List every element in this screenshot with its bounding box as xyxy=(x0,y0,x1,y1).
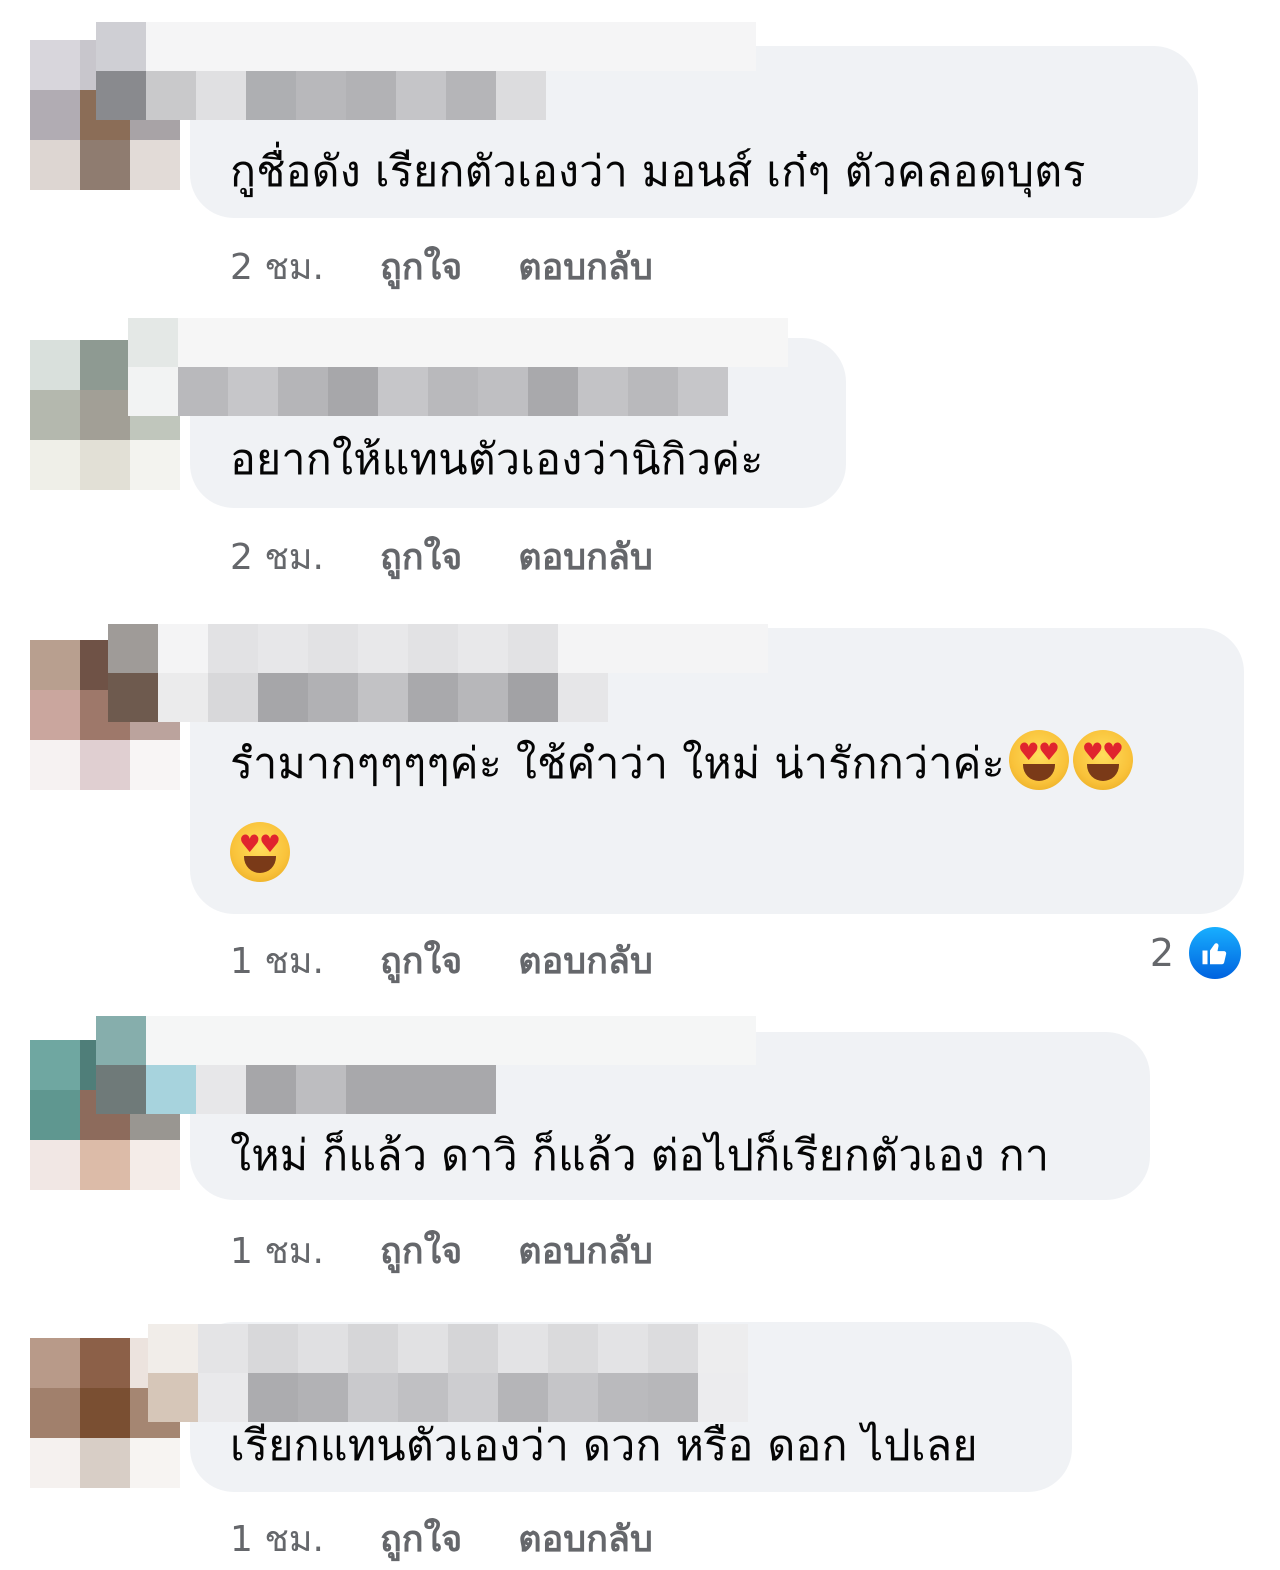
comment-text-line-2 xyxy=(230,810,290,902)
comment-text: ใหม่ ก็แล้ว ดาวิ ก็แล้ว ต่อไปก็เรียกตัวเ… xyxy=(230,1131,1050,1181)
heart-eyes-emoji-icon xyxy=(230,822,290,882)
heart-eyes-emoji-icon xyxy=(1072,730,1133,790)
author-name-blurred[interactable] xyxy=(96,1016,756,1114)
comment-actions: 1 ชม. ถูกใจ ตอบกลับ xyxy=(230,1510,653,1567)
comment-text-line: รำมากๆๆๆๆค่ะ ใช้คำว่า ใหม่ น่ารักกว่าค่ะ xyxy=(230,739,1005,789)
reply-button[interactable]: ตอบกลับ xyxy=(518,1222,653,1279)
timestamp: 1 ชม. xyxy=(230,1231,324,1272)
comment-text: เรียกแทนตัวเองว่า ดวก หรือ ดอก ไปเลย xyxy=(230,1421,978,1471)
author-name-blurred[interactable] xyxy=(96,22,756,120)
timestamp: 2 ชม. xyxy=(230,537,324,578)
reaction-summary[interactable]: 2 xyxy=(1150,924,1244,982)
comment-actions: 2 ชม. ถูกใจ ตอบกลับ xyxy=(230,238,653,295)
like-button[interactable]: ถูกใจ xyxy=(380,932,462,989)
comment-text: รำมากๆๆๆๆค่ะ ใช้คำว่า ใหม่ น่ารักกว่าค่ะ xyxy=(230,718,1133,810)
timestamp: 1 ชม. xyxy=(230,941,324,982)
thumbs-up-icon xyxy=(1186,924,1244,982)
like-button[interactable]: ถูกใจ xyxy=(380,1222,462,1279)
reply-button[interactable]: ตอบกลับ xyxy=(518,1510,653,1567)
like-button[interactable]: ถูกใจ xyxy=(380,1510,462,1567)
heart-eyes-emoji-icon xyxy=(1008,730,1069,790)
comment-text: อยากให้แทนตัวเองว่านิกิวค่ะ xyxy=(230,435,764,485)
like-button[interactable]: ถูกใจ xyxy=(380,238,462,295)
reaction-count: 2 xyxy=(1149,931,1174,975)
like-button[interactable]: ถูกใจ xyxy=(380,528,462,585)
reply-button[interactable]: ตอบกลับ xyxy=(518,528,653,585)
author-name-blurred[interactable] xyxy=(108,624,768,722)
comment-text: กูชื่อดัง เรียกตัวเองว่า มอนส์ เก๋ๆ ตัวค… xyxy=(230,147,1086,197)
reply-button[interactable]: ตอบกลับ xyxy=(518,932,653,989)
timestamp: 1 ชม. xyxy=(230,1519,324,1560)
comment-actions: 2 ชม. ถูกใจ ตอบกลับ xyxy=(230,528,653,585)
reply-button[interactable]: ตอบกลับ xyxy=(518,238,653,295)
comment-actions: 1 ชม. ถูกใจ ตอบกลับ xyxy=(230,932,653,989)
timestamp: 2 ชม. xyxy=(230,247,324,288)
author-name-blurred[interactable] xyxy=(128,318,788,416)
comment-actions: 1 ชม. ถูกใจ ตอบกลับ xyxy=(230,1222,653,1279)
